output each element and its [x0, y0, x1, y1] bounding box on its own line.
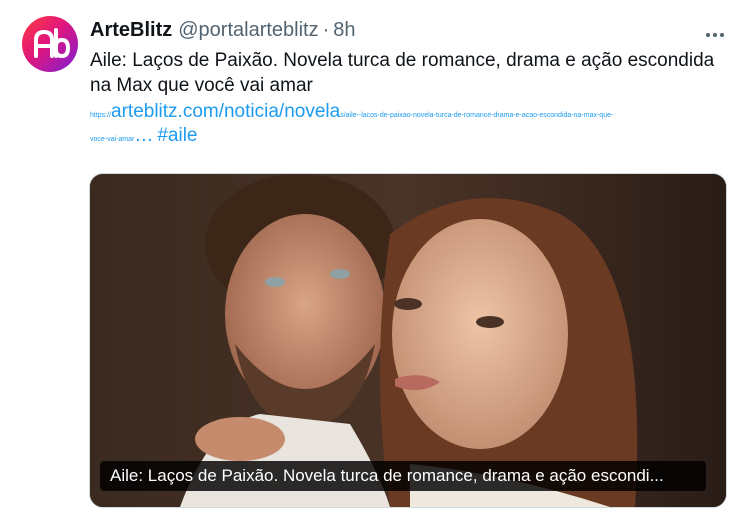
timestamp[interactable]: 8h [333, 19, 355, 42]
link-domain[interactable]: arteblitz.com/noticia/novela [111, 101, 340, 122]
media-image[interactable]: Aile: Laços de Paixão. Novela turca de r… [89, 173, 727, 508]
media-alt-caption: Aile: Laços de Paixão. Novela turca de r… [100, 461, 706, 491]
avatar[interactable] [22, 16, 78, 72]
author-name[interactable]: ArteBlitz [90, 19, 172, 42]
link-ellipsis: … [134, 125, 154, 146]
tweet-header: ArteBlitz @portalarteblitz · 8h [90, 16, 356, 44]
hashtag-link[interactable]: #aile [157, 125, 197, 146]
more-options-icon[interactable] [705, 22, 725, 43]
author-handle[interactable]: @portalarteblitz [178, 19, 318, 42]
link-prefix[interactable]: https:// [90, 112, 111, 119]
link-tail[interactable]: s/aile--lacos-de-paixao-novela-turca-de-… [340, 112, 613, 119]
link-line-1[interactable]: https://arteblitz.com/noticia/novelas/ai… [90, 101, 720, 124]
separator-dot: · [322, 18, 330, 41]
tweet-text: Aile: Laços de Paixão. Novela turca de r… [90, 50, 715, 96]
tweet-link-block: https://arteblitz.com/noticia/novelas/ai… [90, 101, 720, 145]
arteblitz-logo-icon [34, 28, 71, 59]
link-tail-2[interactable]: voce-vai-amar [90, 136, 134, 143]
link-line-2[interactable]: voce-vai-amar… #aile [90, 125, 198, 148]
photo-couple-image [90, 174, 726, 507]
more-horizontal-icon [706, 33, 724, 37]
